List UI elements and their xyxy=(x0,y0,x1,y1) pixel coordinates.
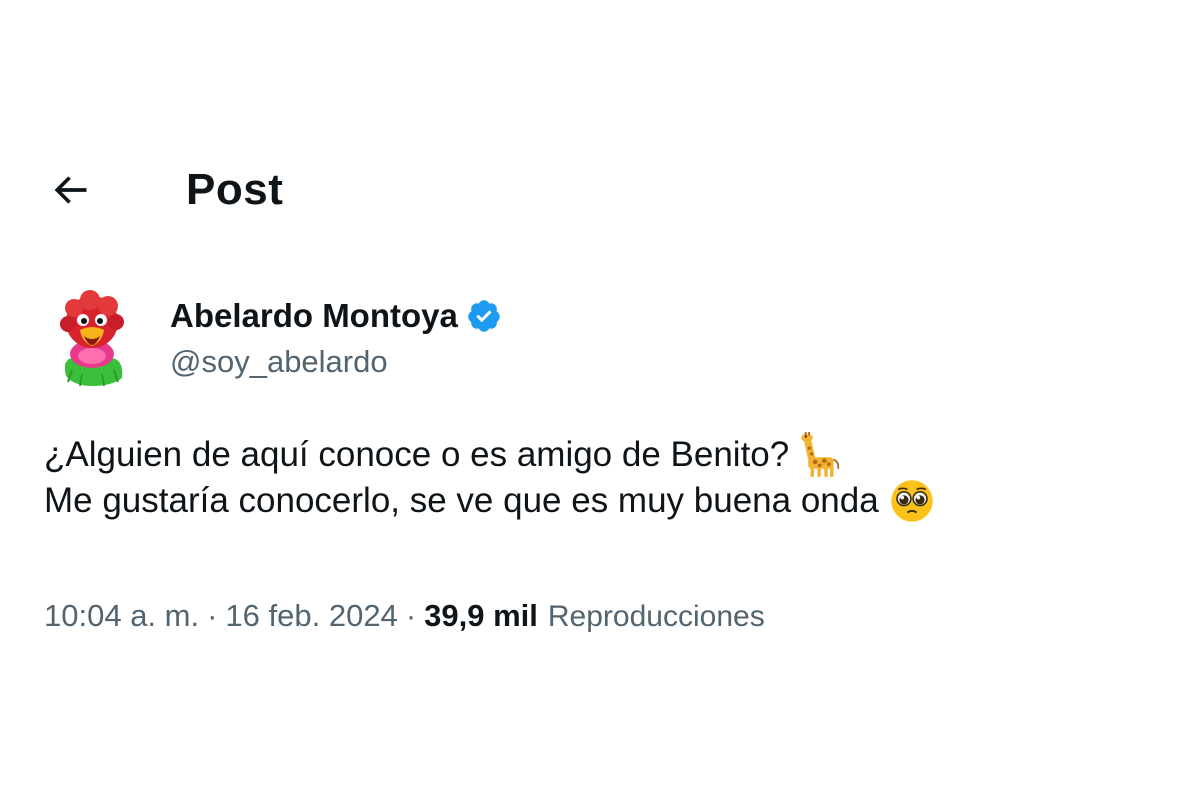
author-row: Abelardo Montoya @soy_abelardo xyxy=(52,290,502,390)
meta-separator: · xyxy=(207,598,218,633)
post-date[interactable]: 16 feb. 2024 xyxy=(225,598,397,634)
post-text-line-2-content: Me gustaría conocerlo, se ve que es muy … xyxy=(44,481,879,520)
verified-badge-icon xyxy=(468,300,500,332)
post-page: Post Abelardo Montoya @soy_abelardo ¿Alg… xyxy=(0,0,1200,800)
views-count: 39,9 mil xyxy=(424,598,538,633)
parrot-puppet-avatar-image xyxy=(60,290,124,387)
name-line: Abelardo Montoya xyxy=(170,294,502,338)
page-title: Post xyxy=(186,165,284,214)
post-text-line-1: ¿Alguien de aquí conoce o es amigo de Be… xyxy=(44,432,1164,478)
pleading-face-emoji-icon xyxy=(889,478,935,524)
arrow-left-icon xyxy=(54,176,87,204)
back-button[interactable] xyxy=(44,164,96,216)
author-info: Abelardo Montoya @soy_abelardo xyxy=(170,290,502,380)
views-label: Reproducciones xyxy=(547,600,765,633)
post-text: ¿Alguien de aquí conoce o es amigo de Be… xyxy=(44,432,1164,524)
author-display-name[interactable]: Abelardo Montoya xyxy=(170,297,458,335)
giraffe-emoji-icon xyxy=(799,432,845,478)
post-text-line-2: Me gustaría conocerlo, se ve que es muy … xyxy=(44,478,1164,524)
post-header: Post xyxy=(44,160,283,220)
author-handle[interactable]: @soy_abelardo xyxy=(170,344,502,380)
post-meta: 10:04 a. m. · 16 feb. 2024 · 39,9 mil Re… xyxy=(44,598,765,634)
meta-separator: · xyxy=(405,598,417,633)
post-time[interactable]: 10:04 a. m. xyxy=(44,598,199,634)
avatar[interactable] xyxy=(52,290,132,390)
post-text-line-1-content: ¿Alguien de aquí conoce o es amigo de Be… xyxy=(44,435,790,474)
